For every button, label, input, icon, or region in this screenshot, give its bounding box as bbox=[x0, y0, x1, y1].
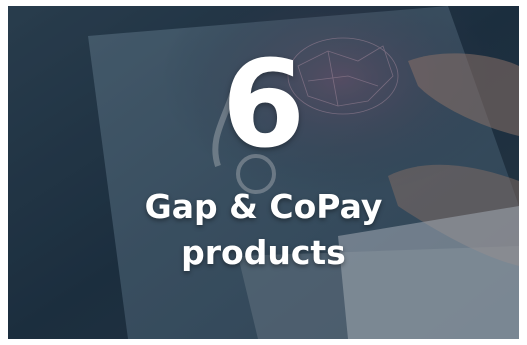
title-line-2: products bbox=[181, 233, 346, 272]
card-title: Gap & CoPay products bbox=[8, 184, 519, 276]
number-label: 6 bbox=[221, 36, 306, 175]
promo-card[interactable]: 6 Gap & CoPay products bbox=[8, 6, 519, 339]
title-line-1: Gap & CoPay bbox=[144, 187, 383, 226]
